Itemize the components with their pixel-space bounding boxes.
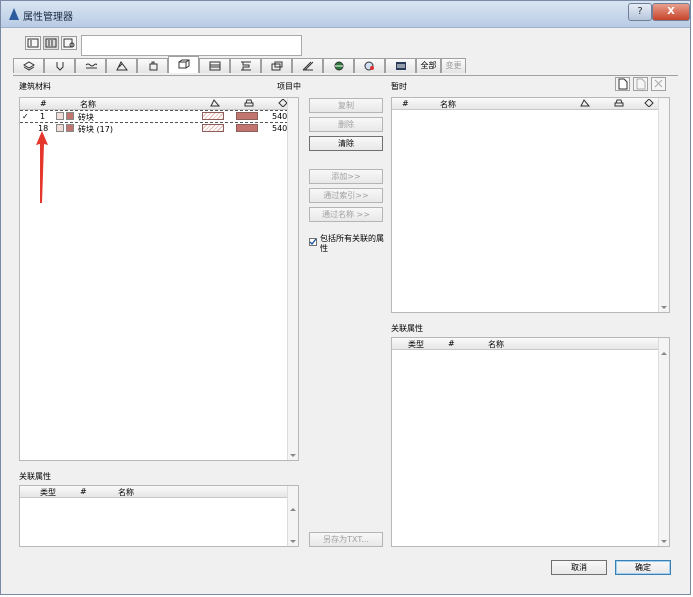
col-color-icon: [614, 99, 624, 109]
col-fill-icon: [580, 99, 591, 109]
building-material-icon[interactable]: [168, 56, 199, 73]
close-file-icon[interactable]: [651, 77, 666, 91]
left-section-label: 建筑材料: [19, 82, 51, 91]
left-assoc-scrollbar[interactable]: [287, 486, 298, 546]
tab-change: 变更: [441, 58, 466, 73]
view-list-icon[interactable]: [25, 36, 41, 50]
col-num: #: [40, 99, 47, 108]
scroll-up-icon[interactable]: [290, 508, 296, 511]
row-name: 砖块: [78, 113, 94, 122]
left-assoc-header: 类型 # 名称: [20, 486, 288, 498]
right-section-label: 暂时: [391, 82, 407, 91]
col-type: 类型: [40, 488, 56, 497]
col-num: #: [448, 339, 455, 348]
save-as-txt-button[interactable]: 另存为TXT...: [309, 532, 383, 547]
col-name: 名称: [488, 340, 504, 349]
fill-icon[interactable]: [106, 58, 137, 73]
project-label: 项目中: [277, 82, 301, 91]
include-associated-label: 包括所有关联的属性: [320, 234, 384, 253]
palette-icon[interactable]: [354, 58, 385, 73]
color-swatch: [66, 112, 74, 120]
col-name: 名称: [118, 488, 134, 497]
right-temp-list[interactable]: # 名称: [391, 97, 670, 313]
row-value: 540: [272, 124, 288, 133]
ok-button[interactable]: 确定: [615, 560, 671, 575]
col-fill-icon: [210, 99, 221, 109]
hatch-swatch: [56, 112, 64, 120]
surface-swatch: [236, 112, 258, 120]
col-num: #: [80, 487, 87, 496]
surface-swatch: [236, 124, 258, 132]
left-list-scrollbar[interactable]: [287, 98, 298, 460]
col-num: #: [402, 99, 409, 108]
right-assoc-scrollbar[interactable]: [658, 338, 669, 546]
title-bar[interactable]: 属性管理器 ? X: [1, 1, 690, 28]
new-file-icon[interactable]: [615, 77, 630, 91]
scroll-down-icon[interactable]: [290, 540, 296, 543]
add-by-name-button[interactable]: 通过名称 >>: [309, 207, 383, 222]
zone-icon[interactable]: [230, 58, 261, 73]
right-list-scrollbar[interactable]: [658, 98, 669, 312]
right-assoc-header: 类型 # 名称: [392, 338, 659, 350]
right-assoc-list[interactable]: 类型 # 名称: [391, 337, 670, 547]
surface-icon[interactable]: [292, 58, 323, 73]
color-swatch: [66, 124, 74, 132]
window-title: 属性管理器: [23, 12, 73, 23]
view-preview-icon[interactable]: [61, 36, 77, 50]
col-name: 名称: [440, 100, 456, 109]
line-type-icon[interactable]: [75, 58, 106, 73]
clear-button[interactable]: 清除: [309, 136, 383, 151]
copy-button[interactable]: 复制: [309, 98, 383, 113]
col-color-icon: [244, 99, 254, 109]
profile-icon[interactable]: [199, 58, 230, 73]
annotation-arrow-icon: [36, 131, 48, 203]
fill-swatch: [202, 124, 224, 132]
layers-icon[interactable]: [13, 58, 44, 73]
attribute-manager-window: 属性管理器 ? X 全部 变更 建筑材料 项目中 # 名称 ✓ 1 砖块 540…: [0, 0, 691, 595]
left-list-header: # 名称: [20, 98, 288, 110]
help-button[interactable]: ?: [628, 3, 652, 21]
scroll-down-icon[interactable]: [290, 454, 296, 457]
delete-button[interactable]: 删除: [309, 117, 383, 132]
row-check: ✓: [22, 112, 29, 121]
dialog-body: 全部 变更 建筑材料 项目中 # 名称 ✓ 1 砖块 540 18 砖块 (17…: [9, 29, 682, 587]
col-name: 名称: [80, 100, 96, 109]
scroll-down-icon[interactable]: [661, 306, 667, 309]
tab-all[interactable]: 全部: [416, 58, 441, 73]
left-assoc-list[interactable]: 类型 # 名称: [19, 485, 299, 547]
left-assoc-label: 关联属性: [19, 472, 51, 481]
row-name: 砖块 (17): [78, 125, 113, 134]
hatch-swatch: [56, 124, 64, 132]
table-row[interactable]: 18 砖块 (17) 540: [20, 123, 288, 134]
globe-icon[interactable]: [323, 58, 354, 73]
pen-icon[interactable]: [44, 58, 75, 73]
col-intersection-icon: [644, 98, 654, 109]
search-input[interactable]: [81, 35, 302, 56]
view-details-icon[interactable]: [43, 36, 59, 50]
add-by-index-button[interactable]: 通过索引>>: [309, 188, 383, 203]
cancel-button[interactable]: 取消: [551, 560, 607, 575]
add-button[interactable]: 添加>>: [309, 169, 383, 184]
attribute-tabs: 全部 变更: [13, 56, 466, 75]
scroll-down-icon[interactable]: [661, 540, 667, 543]
right-list-header: # 名称: [392, 98, 659, 110]
table-row[interactable]: ✓ 1 砖块 540: [20, 110, 288, 123]
left-material-list[interactable]: # 名称 ✓ 1 砖块 540 18 砖块 (17) 540: [19, 97, 299, 461]
composite-icon[interactable]: [137, 58, 168, 73]
include-associated-checkbox[interactable]: [309, 238, 317, 246]
fill-swatch: [202, 112, 224, 120]
list-icon[interactable]: [385, 58, 416, 73]
open-file-icon[interactable]: [633, 77, 648, 91]
col-type: 类型: [408, 340, 424, 349]
scroll-up-icon[interactable]: [661, 352, 667, 355]
close-button[interactable]: X: [652, 3, 690, 21]
app-icon: [9, 8, 19, 20]
row-value: 540: [272, 112, 288, 121]
right-assoc-label: 关联属性: [391, 324, 423, 333]
row-num: 1: [40, 112, 46, 121]
markup-icon[interactable]: [261, 58, 292, 73]
